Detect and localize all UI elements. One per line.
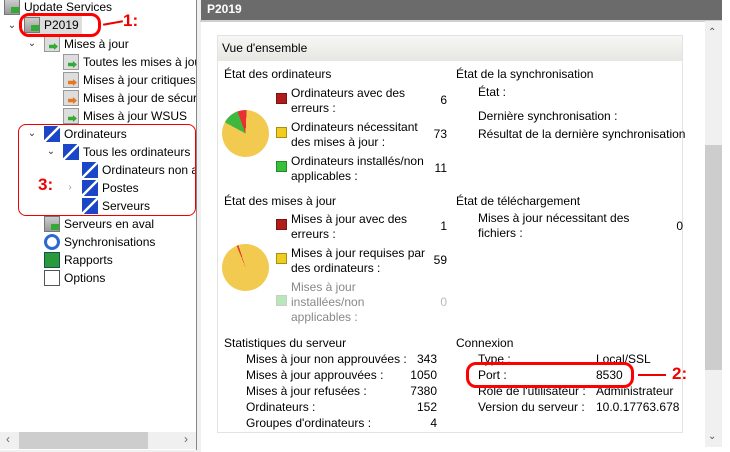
updates-icon <box>63 54 79 70</box>
legend-label: Mises à jour avec des <box>291 212 408 226</box>
scrollbar-thumb[interactable] <box>705 145 722 370</box>
connection-value: 10.0.17763.678 <box>596 400 680 414</box>
annotation-arrow-2 <box>638 374 666 376</box>
stat-label: Mises à jour refusées : <box>246 384 367 398</box>
tree-item-updates[interactable]: Mises à jour <box>44 35 129 53</box>
scrollbar-thumb[interactable] <box>19 432 148 449</box>
download-label: Mises à jour nécessitant des <box>478 211 630 225</box>
stat-label: Mises à jour non approuvées : <box>246 352 407 366</box>
annotation-box-3 <box>18 124 196 216</box>
legend-label: applicables : <box>291 310 358 324</box>
legend-value[interactable]: 11 <box>407 161 447 176</box>
legend-label: Mises à jour <box>291 280 356 294</box>
tree-item-security[interactable]: Mises à jour de sécurité <box>63 89 196 107</box>
annotation-label-3: 3: <box>38 175 54 194</box>
section-title: Statistiques du serveur <box>224 336 347 350</box>
legend-label: Ordinateurs nécessitant <box>291 120 418 134</box>
chevron-down-icon[interactable]: ⌄ <box>6 20 18 31</box>
tree-item-reports[interactable]: Rapports <box>44 251 113 269</box>
legend-label: des mises à jour : <box>291 135 386 149</box>
legend-error-swatch <box>276 93 287 104</box>
download-value[interactable]: 0 <box>643 219 683 234</box>
stat-value[interactable]: 7380 <box>397 384 437 399</box>
server-icon <box>4 0 20 15</box>
legend-installed-swatch <box>276 161 287 172</box>
security-update-icon <box>63 90 79 106</box>
scroll-up-icon[interactable]: ⌃ <box>708 27 716 38</box>
reports-icon <box>44 252 60 268</box>
updates-icon <box>44 36 60 52</box>
legend-label: Mises à jour requises par <box>291 246 426 260</box>
legend-label: installées/non <box>291 295 365 309</box>
legend-needs-swatch <box>276 253 287 264</box>
legend-label: erreurs : <box>291 101 336 115</box>
updates-icon <box>63 108 79 124</box>
stat-label: Groupes d'ordinateurs : <box>246 416 372 430</box>
vertical-scrollbar[interactable]: ⌃ ⌄ <box>705 21 722 447</box>
annotation-ring-1 <box>19 13 101 37</box>
annotation-label-1: 1: <box>123 11 139 30</box>
legend-label: Ordinateurs avec des <box>291 86 406 100</box>
tree-item-sync[interactable]: Synchronisations <box>44 233 155 251</box>
section-title: Connexion <box>456 336 514 350</box>
legend-label: des ordinateurs : <box>291 261 381 275</box>
connection-label: Version du serveur : <box>478 400 585 414</box>
download-label: fichiers : <box>478 226 523 240</box>
stat-value[interactable]: 1050 <box>397 368 437 383</box>
horizontal-scrollbar[interactable]: ‹ › <box>0 432 196 449</box>
legend-needs-swatch <box>276 127 287 138</box>
page-title: P2019 <box>201 0 722 20</box>
computer-status-pie <box>215 103 276 164</box>
sync-state-label: État : <box>478 85 507 99</box>
stat-value[interactable]: 343 <box>397 352 437 367</box>
legend-installed-swatch <box>276 295 287 306</box>
section-title: État de téléchargement <box>456 194 581 208</box>
tree-item-downstream[interactable]: Serveurs en aval <box>44 215 154 233</box>
scroll-left-icon[interactable]: ‹ <box>6 432 10 446</box>
legend-value: 0 <box>440 295 447 309</box>
legend-error-swatch <box>276 219 287 230</box>
tree-item-all-updates[interactable]: Toutes les mises à jour <box>63 53 196 71</box>
update-status-pie <box>214 236 277 299</box>
tree-panel: Update Services ⌄ P2019 ⌄ Mises à jour T… <box>0 0 197 450</box>
last-sync-result-label: Résultat de la dernière synchronisation <box>478 127 686 141</box>
stat-label: Ordinateurs : <box>246 400 316 414</box>
overview-header: Vue d'ensemble <box>218 36 682 61</box>
last-sync-label: Dernière synchronisation : <box>478 109 618 123</box>
legend-value[interactable]: 59 <box>407 253 447 268</box>
section-title: État des mises à jour <box>224 194 337 208</box>
stat-value[interactable]: 152 <box>397 400 437 415</box>
chevron-down-icon[interactable]: ⌄ <box>26 38 38 49</box>
section-title: État de la synchronisation <box>456 67 594 81</box>
tree-item-critical[interactable]: Mises à jour critiques <box>63 71 196 89</box>
tree-item-wsus[interactable]: Mises à jour WSUS <box>63 107 187 125</box>
legend-value[interactable]: 73 <box>407 127 447 142</box>
scroll-down-icon[interactable]: ⌄ <box>708 431 716 442</box>
sync-icon <box>44 234 60 250</box>
stat-value[interactable]: 4 <box>397 416 437 431</box>
critical-update-icon <box>63 72 79 88</box>
legend-label: Ordinateurs installés/non <box>291 154 424 168</box>
downstream-servers-icon <box>44 216 60 232</box>
legend-value[interactable]: 6 <box>407 93 447 108</box>
legend-label: applicables : <box>291 169 358 183</box>
tree-item-options[interactable]: Options <box>44 269 105 287</box>
stat-label: Mises à jour approuvées : <box>246 368 384 382</box>
annotation-label-2: 2: <box>672 364 688 383</box>
options-icon <box>44 270 60 286</box>
section-title: État des ordinateurs <box>224 67 332 81</box>
scroll-right-icon[interactable]: › <box>184 432 188 446</box>
annotation-ring-2 <box>466 362 634 388</box>
legend-value[interactable]: 1 <box>407 219 447 234</box>
legend-label: erreurs : <box>291 227 336 241</box>
